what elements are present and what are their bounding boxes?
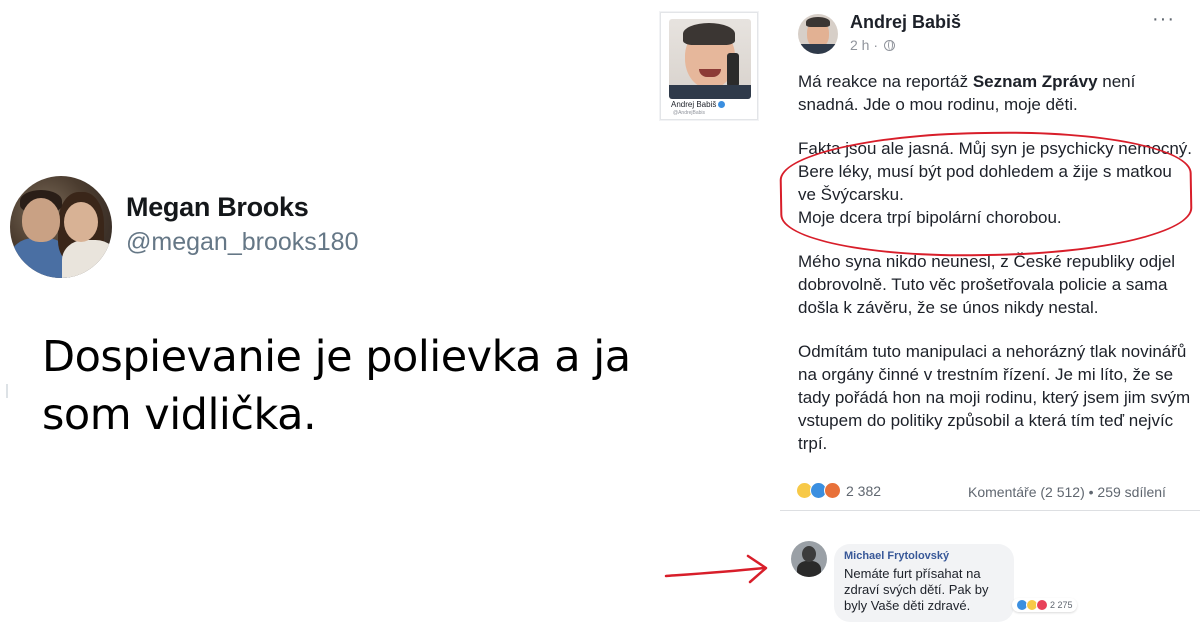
reaction-count: 2 382 (846, 482, 882, 499)
post-reactions[interactable]: 2 382 (796, 482, 881, 499)
p2-line2: Moje dcera trpí bipolární chorobou. (798, 208, 1062, 227)
profile-card[interactable]: Andrej Babiš @AndrejBabis (660, 12, 758, 120)
verified-icon (718, 101, 726, 109)
post-paragraph-1: Má reakce na reportáž Seznam Zprávy není… (798, 70, 1192, 116)
post-time-text: 2 h · (850, 37, 879, 53)
angry-reaction-icon (824, 482, 841, 499)
profile-card-name-text: Andrej Babiš (671, 100, 717, 109)
tweet-card: Megan Brooks @megan_brooks180 Dospievani… (0, 0, 650, 627)
tweet-avatar[interactable] (10, 176, 112, 278)
comments-shares-stats[interactable]: Komentáře (2 512) • 259 sdílení (968, 484, 1166, 500)
profile-card-name: Andrej Babiš (671, 100, 726, 109)
p1-pre: Má reakce na reportáž (798, 72, 973, 91)
post-author-avatar[interactable] (798, 14, 838, 54)
tweet-text: Dospievanie je polievka a ja som vidličk… (42, 332, 631, 440)
red-arrow-icon (664, 554, 768, 584)
comment-reaction-count: 2 275 (1050, 600, 1073, 610)
post-paragraph-4: Odmítám tuto manipulaci a nehorázný tlak… (798, 342, 1191, 453)
globe-icon (883, 40, 895, 51)
comment-bubble: Michael Frytolovský Nemáte furt přísahat… (834, 544, 1014, 622)
post-author-name[interactable]: Andrej Babiš (850, 12, 961, 33)
post-body: Má reakce na reportáž Seznam Zprávy není… (798, 70, 1192, 476)
p2-line1: Fakta jsou ale jasná. Můj syn je psychic… (798, 139, 1193, 204)
comment-reactions[interactable]: 2 275 (1012, 598, 1077, 612)
comment-text: Nemáte furt přísahat na zdraví svých dět… (844, 566, 989, 613)
profile-photo (669, 19, 751, 99)
comment-author-avatar[interactable] (791, 541, 827, 577)
p1-bold: Seznam Zprávy (972, 72, 1098, 91)
divider (780, 510, 1200, 511)
divider (6, 384, 8, 398)
post-paragraph-3: Mého syna nikdo neunesl, z České republi… (798, 252, 1176, 317)
post-timestamp[interactable]: 2 h · (850, 37, 895, 53)
facebook-post: Andrej Babiš 2 h · ··· Má reakce na repo… (778, 0, 1200, 510)
profile-card-handle: @AndrejBabis (673, 110, 706, 116)
love-reaction-icon (1036, 599, 1048, 611)
tweet-author-name[interactable]: Megan Brooks (126, 192, 309, 223)
more-options-icon[interactable]: ··· (1152, 8, 1175, 31)
comment-author-name[interactable]: Michael Frytolovský (844, 550, 1004, 562)
post-paragraph-2: Fakta jsou ale jasná. Můj syn je psychic… (798, 137, 1192, 229)
tweet-author-handle[interactable]: @megan_brooks180 (126, 228, 358, 257)
